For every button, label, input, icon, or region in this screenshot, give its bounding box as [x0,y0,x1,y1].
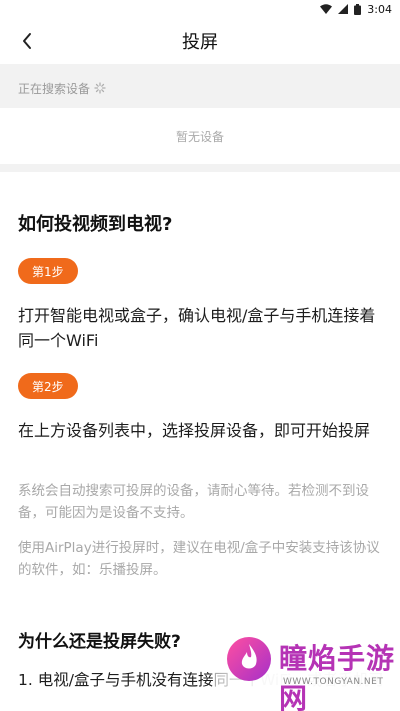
failure-title: 为什么还是投屏失败? [18,632,181,652]
signal-icon [338,4,349,14]
note-2-text: 使用AirPlay进行投屏时，建议在电视/盒子中安装支持该协议的软件，如：乐播投… [18,540,380,578]
chevron-left-icon [23,33,31,49]
step-1-badge: 第1步 [18,258,78,284]
app-bar: 投屏 [0,18,400,64]
loading-spinner-icon [94,82,106,94]
wifi-icon [320,4,333,14]
status-time: 3:04 [367,2,392,16]
back-button[interactable] [14,28,40,54]
device-list-empty: 暂无设备 [0,108,400,164]
help-title: 如何投视频到电视? [18,214,173,235]
watermark-url: WWW.TONGYAN.NET [283,677,384,687]
note-1-text: 系统会自动搜索可投屏的设备，请耐心等待。若检测不到设备，可能因为是设备不支持。 [18,483,369,521]
step-1-text: 打开智能电视或盒子，确认电视/盒子与手机连接着同一个WiFi [18,306,376,350]
search-status-text: 正在搜索设备 [18,81,91,96]
status-bar: 3:04 [0,0,400,18]
step-2-badge: 第2步 [18,373,78,399]
page-title: 投屏 [182,32,218,53]
watermark-name: 瞳焰手游网 [279,642,396,711]
watermark: 瞳焰手游网 WWW.TONGYAN.NET [213,631,400,711]
step-2-text: 在上方设备列表中，选择投屏设备，即可开始投屏 [18,421,371,440]
device-search-status: 正在搜索设备 [0,68,400,108]
battery-icon [354,3,362,15]
flame-logo-icon [227,637,271,681]
empty-device-text: 暂无设备 [175,129,224,144]
